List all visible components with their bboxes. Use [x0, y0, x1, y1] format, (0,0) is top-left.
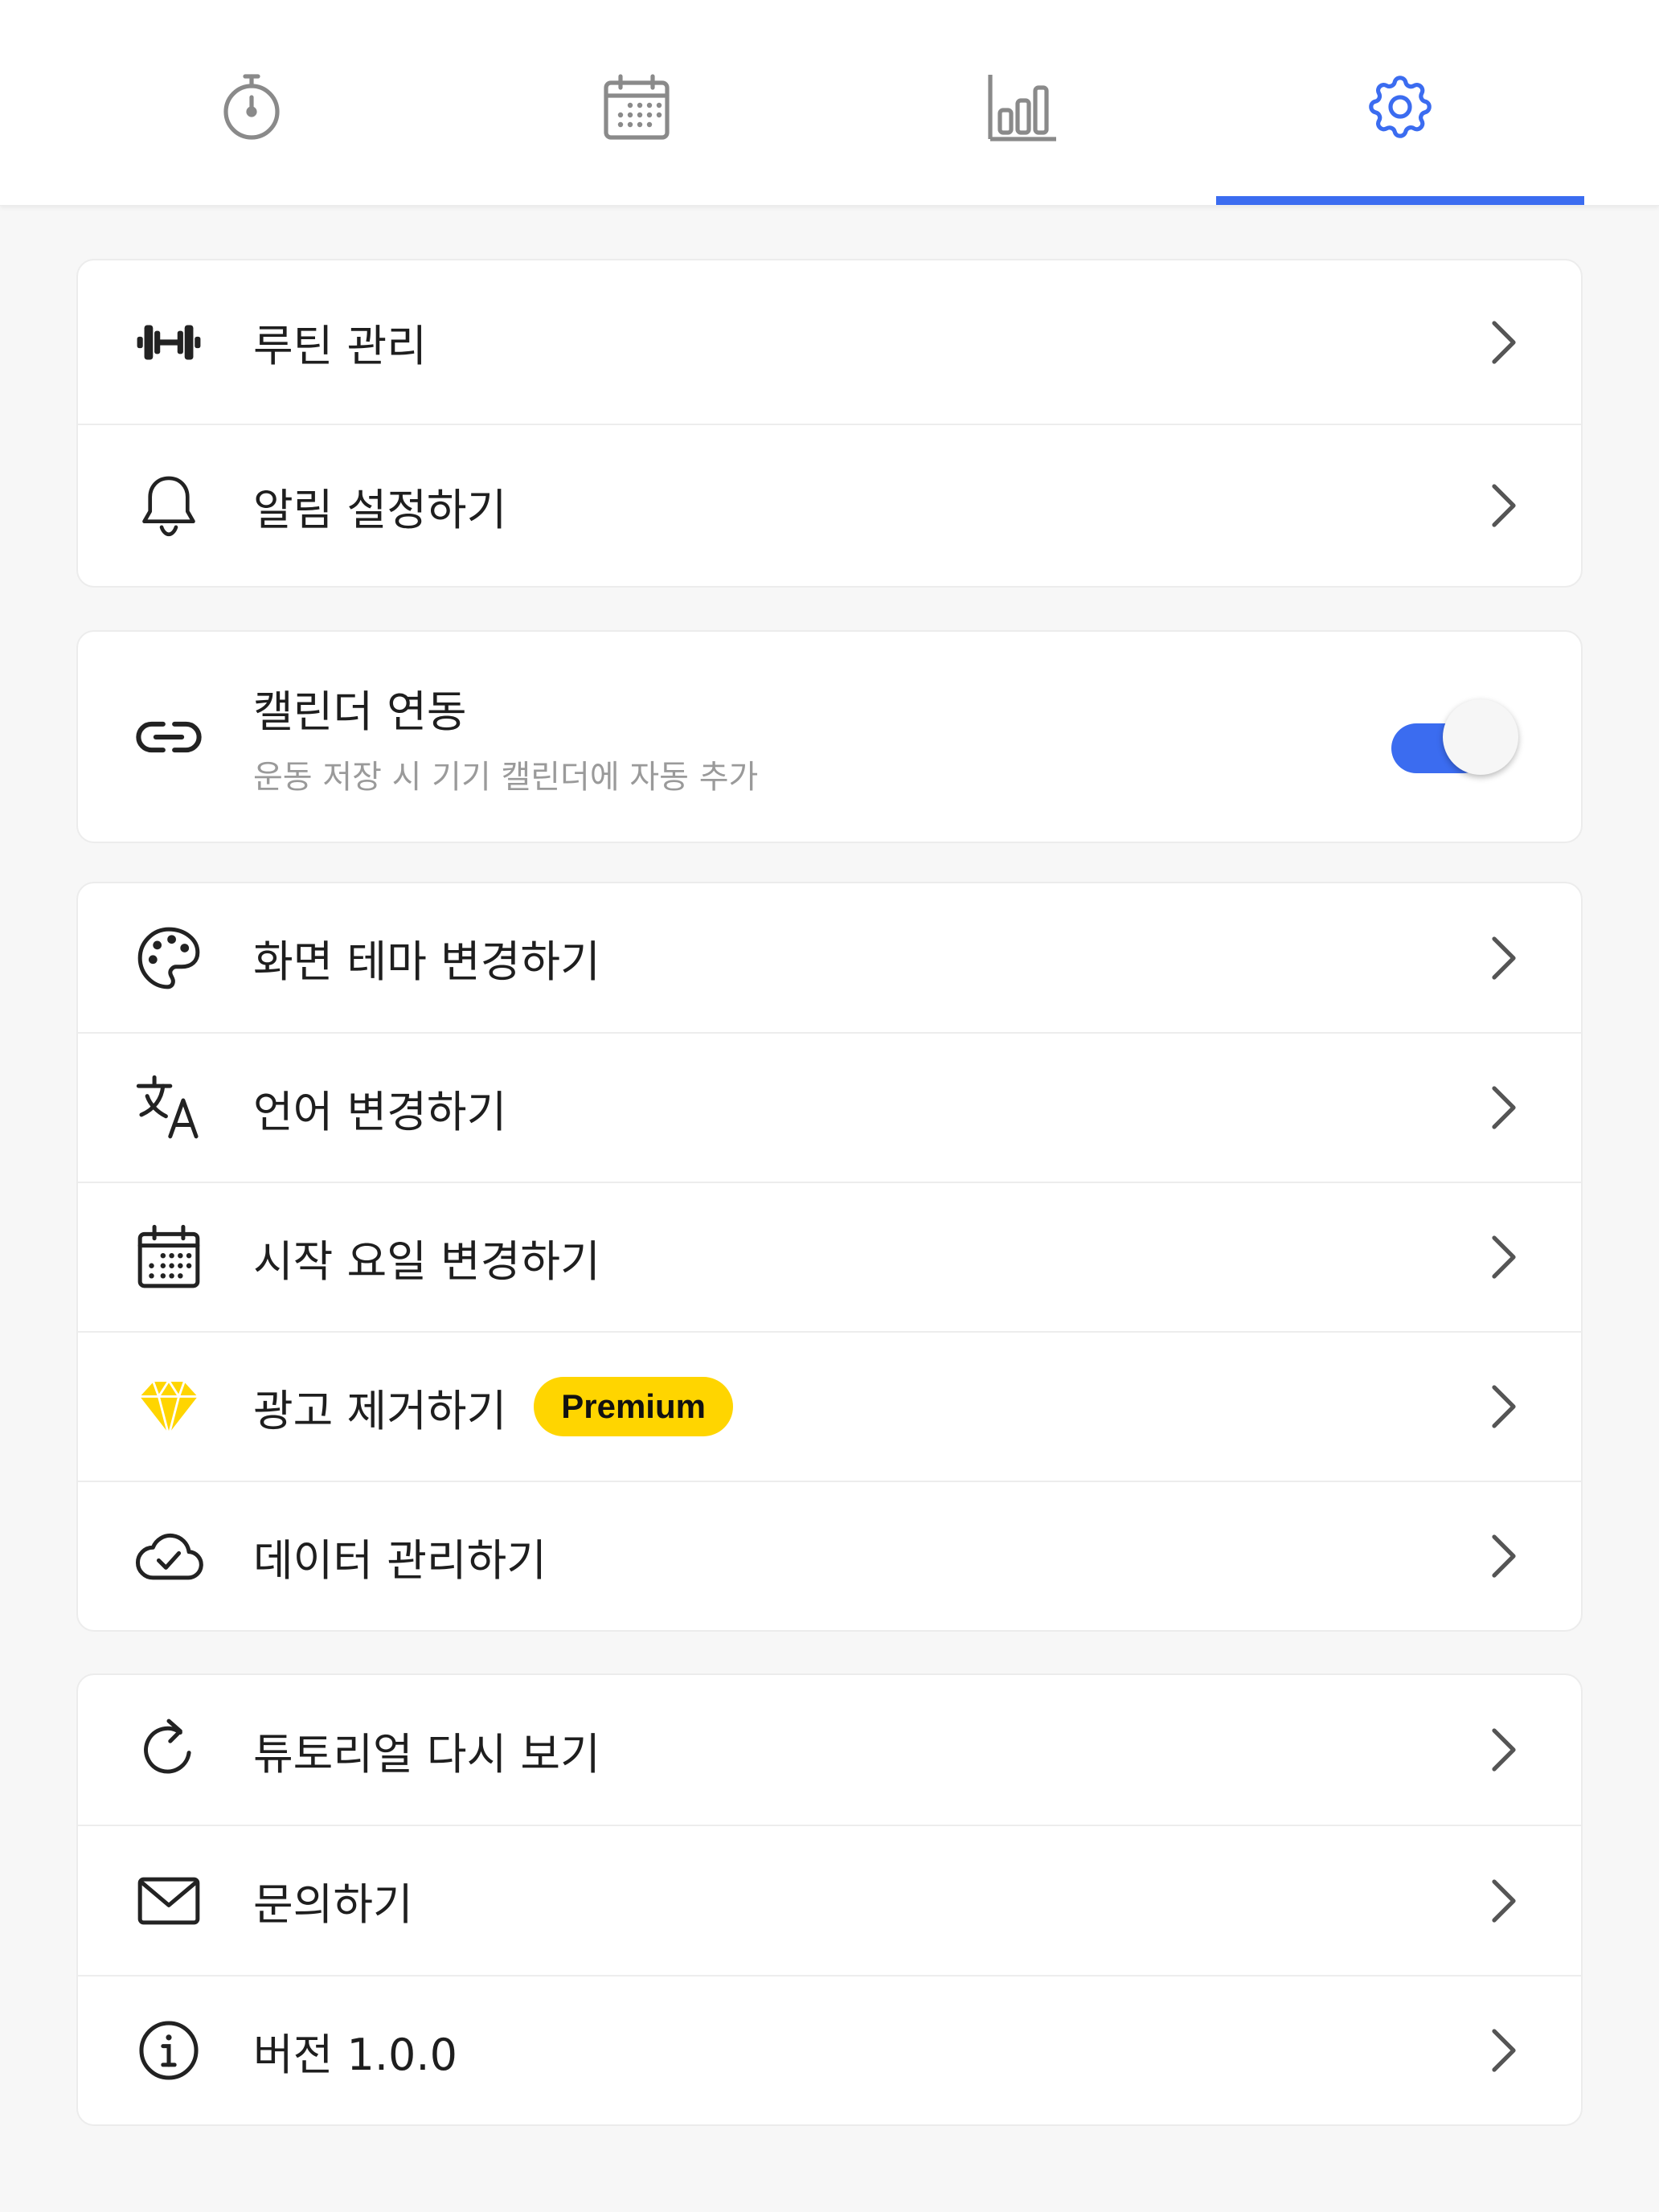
row-icon — [134, 308, 203, 377]
row-label: 버전 1.0.0 — [253, 2029, 457, 2080]
row-label: 화면 테마 변경하기 — [253, 936, 600, 987]
link-icon — [136, 721, 202, 752]
calendar-icon — [137, 1224, 200, 1288]
info-icon — [139, 2021, 199, 2080]
top-tab-bar — [0, 0, 1659, 206]
diamond-icon — [137, 1379, 201, 1437]
contact-item[interactable]: 문의하기 — [78, 1825, 1581, 1975]
row-label: 알림 설정하기 — [253, 484, 507, 535]
refresh-icon — [144, 1718, 191, 1774]
chevron-right-icon — [1480, 1229, 1528, 1285]
palette-icon — [137, 927, 200, 989]
row-icon — [134, 1372, 203, 1441]
row-icon — [134, 1223, 203, 1292]
chevron-right-icon — [1480, 2022, 1528, 2079]
active-tab-indicator — [1216, 196, 1584, 205]
dumbbell-icon — [137, 325, 201, 359]
theme-item[interactable]: 화면 테마 변경하기 — [78, 883, 1581, 1032]
chevron-right-icon — [1480, 477, 1528, 534]
tab-timer[interactable] — [91, 0, 412, 205]
remove-ads-item[interactable]: 광고 제거하기 Premium — [78, 1331, 1581, 1481]
row-label: 루틴 관리 — [253, 321, 427, 371]
cloud-check-icon — [136, 1533, 203, 1580]
row-label: 문의하기 — [253, 1879, 413, 1930]
row-label: 광고 제거하기 — [253, 1385, 507, 1436]
bar-chart-icon — [988, 74, 1056, 141]
tutorial-item[interactable]: 튜토리얼 다시 보기 — [78, 1675, 1581, 1825]
language-item[interactable]: 언어 변경하기 — [78, 1032, 1581, 1182]
calendar-sync-item[interactable]: 캘린더 연동 운동 저장 시 기기 캘린더에 자동 추가 — [78, 632, 1581, 842]
version-item[interactable]: 버전 1.0.0 — [78, 1975, 1581, 2124]
chevron-right-icon — [1480, 1722, 1528, 1778]
row-icon — [134, 1715, 203, 1784]
row-icon — [134, 1866, 203, 1936]
gear-icon — [1369, 75, 1432, 138]
calendar-sync-toggle[interactable] — [1391, 698, 1518, 775]
notification-settings-item[interactable]: 알림 설정하기 — [78, 424, 1581, 586]
tab-settings[interactable] — [1239, 0, 1561, 205]
row-label: 데이터 관리하기 — [253, 1534, 547, 1586]
chevron-right-icon — [1480, 930, 1528, 986]
chevron-right-icon — [1480, 314, 1528, 371]
start-weekday-item[interactable]: 시작 요일 변경하기 — [78, 1182, 1581, 1331]
settings-group-routine: 루틴 관리 알림 설정하기 — [76, 259, 1583, 588]
row-icon — [134, 1073, 203, 1142]
row-label: 언어 변경하기 — [253, 1086, 507, 1137]
row-description: 운동 저장 시 기기 캘린더에 자동 추가 — [253, 759, 759, 796]
toggle-knob — [1443, 698, 1518, 775]
settings-group-calendar-sync: 캘린더 연동 운동 저장 시 기기 캘린더에 자동 추가 — [76, 630, 1583, 843]
row-label: 튜토리얼 다시 보기 — [253, 1728, 600, 1780]
settings-group-preferences: 화면 테마 변경하기 언어 변경하기 시작 요일 변경하기 광고 제거하기 Pr… — [76, 882, 1583, 1632]
row-icon — [134, 471, 203, 540]
row-icon — [134, 2016, 203, 2085]
settings-group-support: 튜토리얼 다시 보기 문의하기 버전 1.0.0 — [76, 1673, 1583, 2126]
translate-icon — [136, 1075, 199, 1139]
tab-calendar[interactable] — [476, 0, 797, 205]
tab-statistics[interactable] — [862, 0, 1183, 205]
stopwatch-icon — [223, 73, 280, 140]
bell-icon — [142, 476, 195, 537]
row-label: 캘린더 연동 — [253, 686, 467, 737]
chevron-right-icon — [1480, 1378, 1528, 1435]
chevron-right-icon — [1480, 1873, 1528, 1929]
premium-badge: Premium — [534, 1377, 733, 1436]
row-label: 시작 요일 변경하기 — [253, 1235, 600, 1287]
row-icon — [134, 1522, 203, 1591]
row-icon — [134, 924, 203, 993]
chevron-right-icon — [1480, 1528, 1528, 1584]
routine-management-item[interactable]: 루틴 관리 — [78, 260, 1581, 424]
mail-icon — [137, 1877, 200, 1924]
calendar-icon — [604, 73, 670, 140]
data-management-item[interactable]: 데이터 관리하기 — [78, 1481, 1581, 1630]
row-icon — [134, 703, 203, 772]
chevron-right-icon — [1480, 1079, 1528, 1136]
